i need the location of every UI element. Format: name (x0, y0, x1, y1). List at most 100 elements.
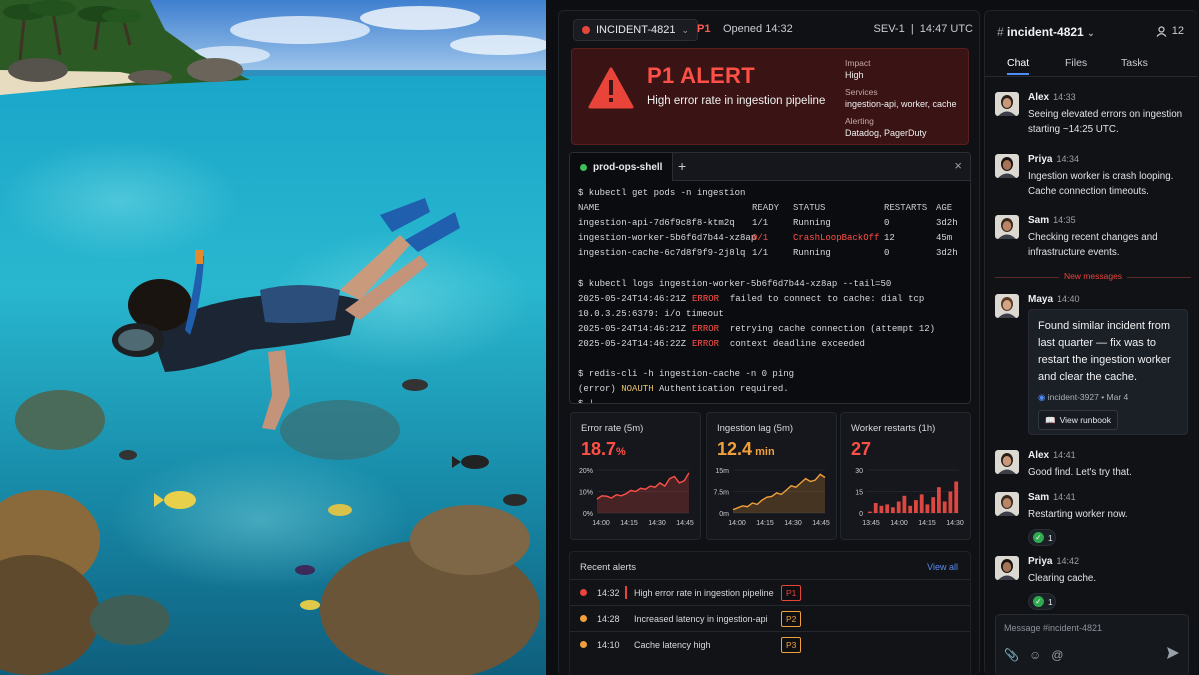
book-icon: 📖 (1045, 414, 1056, 425)
table-cell: 0/1 (752, 233, 769, 244)
message-author-row: Alex 14:33 (1028, 92, 1076, 103)
bar (925, 504, 930, 513)
bar (902, 495, 907, 513)
y-tick-label: 30 (855, 468, 863, 475)
table-header-cell: AGE (936, 203, 953, 214)
avatar[interactable] (995, 154, 1019, 178)
terminal-line: ingestion-cache-6c7d8f9f9-2j8lq 1/1 Runnin… (578, 246, 964, 261)
mention-icon[interactable]: @ (1051, 648, 1063, 662)
send-icon[interactable] (1166, 646, 1180, 660)
p1-alert-banner: P1 ALERT High error rate in ingestion pi… (571, 48, 969, 145)
table-cell: 1/1 (752, 218, 769, 229)
alerting-value: Datadog, PagerDuty (845, 128, 927, 138)
metric-unit: min (752, 446, 775, 458)
chevron-down-icon: ⌄ (1087, 28, 1095, 38)
tab-chat[interactable]: Chat (1007, 57, 1030, 75)
x-tick-label: 14:30 (946, 520, 964, 527)
table-cell: 0 (884, 248, 890, 259)
alert-time: 14:10 (597, 640, 620, 650)
avatar[interactable] (995, 556, 1019, 580)
message-author: Maya (1028, 294, 1054, 305)
alert-impact: Impact High (845, 57, 871, 81)
message-input[interactable]: Message #incident-4821 (1004, 623, 1102, 633)
message-author: Alex (1028, 450, 1050, 461)
bar (896, 501, 901, 513)
message-author: Sam (1028, 215, 1050, 226)
incident-ref-icon: ◉ (1038, 392, 1046, 402)
metric-card[interactable]: 20% 10% 0% 14:00 14:15 14:30 14:45 Error rate (… (570, 412, 701, 540)
channel-title[interactable]: # incident-4821 ⌄ (997, 25, 1095, 39)
tab-files[interactable]: Files (1065, 57, 1087, 69)
message-composer[interactable]: Message #incident-4821 📎 ☺ @ (995, 614, 1189, 675)
avatar[interactable] (995, 294, 1019, 318)
avatar[interactable] (995, 215, 1019, 239)
x-tick-label: 14:15 (918, 520, 936, 527)
services-label: Services (845, 87, 878, 97)
x-tick-label: 14:00 (592, 520, 610, 527)
severity-label: SEV-1 (873, 23, 905, 35)
message-author-row: Sam 14:41 (1028, 492, 1076, 503)
terminal-window[interactable]: prod-ops-shell + × $ kubectl get pods -n… (569, 152, 971, 404)
log-timestamp: 2025-05-24T14:46:21Z (578, 293, 687, 304)
message-author: Priya (1028, 556, 1053, 567)
member-count[interactable]: 12 (1156, 25, 1184, 37)
table-cell: CrashLoopBackOff (793, 233, 880, 244)
view-all-link[interactable]: View all (927, 562, 958, 572)
alert-status-dot-icon (580, 641, 587, 648)
x-tick-label: 14:00 (728, 520, 746, 527)
message-author-row: Maya 14:40 (1028, 294, 1080, 305)
emoji-icon[interactable]: ☺ (1029, 648, 1041, 662)
table-cell: 3d2h (936, 218, 958, 229)
alert-row[interactable]: 14:10 Cache latency high P3 (570, 631, 970, 657)
terminal-line: ingestion-worker-5b6f6d7b44-xz8ap 0/1 Cras… (578, 231, 964, 246)
avatar[interactable] (995, 492, 1019, 516)
attach-icon[interactable]: 📎 (1004, 648, 1019, 662)
close-icon[interactable]: × (954, 158, 962, 173)
incident-selector[interactable]: INCIDENT-4821 ⌄ (573, 19, 699, 41)
message-text: Ingestion worker is crash looping. Cache… (1028, 171, 1174, 197)
y-tick-label: 10% (579, 490, 593, 497)
terminal-command: $ kubectl logs ingestion-worker-5b6f6d7b… (578, 278, 892, 289)
services-value: ingestion-api, worker, cache (845, 99, 957, 109)
reaction-chip[interactable]: ✓ 1 (1028, 529, 1056, 546)
avatar[interactable] (995, 450, 1019, 474)
log-level: ERROR (692, 323, 720, 334)
x-tick-label: 14:45 (676, 520, 694, 527)
alert-row[interactable]: 14:32 High error rate in ingestion pipeli… (570, 579, 970, 605)
message-text: Good find. Let's try that. (1028, 467, 1132, 478)
bar (908, 505, 913, 513)
severity-time: SEV-1 | 14:47 UTC (873, 23, 973, 35)
incident-reference[interactable]: ◉ incident-3927 • Mar 4 (1038, 392, 1128, 403)
view-runbook-button[interactable]: 📖 View runbook (1038, 410, 1118, 430)
metric-value-wrap: 27 (851, 439, 871, 460)
message-author: Priya (1028, 154, 1053, 165)
incident-ops-panel: INCIDENT-4821 ⌄ P1 Opened 14:32 SEV-1 | … (558, 10, 980, 675)
view-runbook-label: View runbook (1059, 415, 1111, 425)
terminal-tab[interactable]: prod-ops-shell (570, 153, 674, 181)
alert-row[interactable]: 14:28 Increased latency in ingestion-api P… (570, 605, 970, 631)
metric-card[interactable]: 30 15 0 13:45 14:00 14:15 14:30 Worker restarts… (840, 412, 971, 540)
metric-title: Error rate (5m) (581, 423, 644, 434)
status-dot-icon (582, 26, 590, 34)
channel-name: incident-4821 (1007, 25, 1084, 39)
active-marker (625, 586, 627, 599)
new-tab-icon[interactable]: + (678, 158, 686, 174)
y-tick-label: 7.5m (713, 490, 729, 497)
tab-tasks[interactable]: Tasks (1121, 57, 1148, 69)
alerting-label: Alerting (845, 116, 874, 126)
terminal-line: $ kubectl logs ingestion-worker-5b6f6d7b… (578, 277, 964, 292)
metric-card[interactable]: 15m 7.5m 0m 14:00 14:15 14:30 14:45 Ingestion l… (706, 412, 837, 540)
x-tick-label: 14:30 (648, 520, 666, 527)
reaction-chip[interactable]: ✓ 1 (1028, 593, 1056, 610)
incident-id: INCIDENT-4821 (596, 24, 676, 36)
chevron-down-icon: ⌄ (681, 24, 690, 35)
table-header-cell: STATUS (793, 203, 826, 214)
avatar[interactable] (995, 92, 1019, 116)
x-tick-label: 14:30 (784, 520, 802, 527)
hash-icon: # (997, 25, 1004, 39)
message-text: Checking recent changes and infrastructu… (1028, 232, 1158, 258)
alert-priority-badge: P1 (781, 585, 802, 601)
message-author-row: Sam 14:35 (1028, 215, 1076, 226)
message-card: Found similar incident from last quarter… (1028, 309, 1188, 435)
